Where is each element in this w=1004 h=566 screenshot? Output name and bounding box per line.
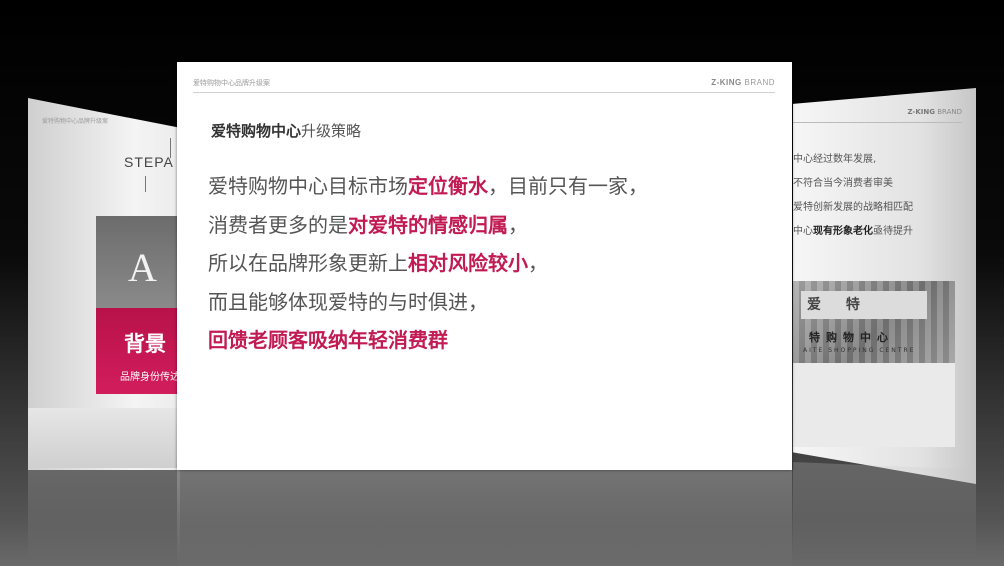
strategy-line: 爱特购物中心目标市场定位衡水，目前只有一家， bbox=[208, 174, 648, 198]
presentation-stage: 爱特购物中心品牌升级案 STEPA A 背景 品牌身份传达 Z-KING BRA… bbox=[0, 0, 1004, 566]
right-slide-reflection bbox=[793, 462, 976, 558]
section-title: 爱特购物中心升级策略 bbox=[211, 122, 362, 140]
strategy-line: 所以在品牌形象更新上相对风险较小， bbox=[208, 251, 548, 276]
right-slide-line: 不符合当今消费者审美 bbox=[793, 178, 893, 189]
right-slide-line: 中心经过数年发展, bbox=[793, 154, 877, 165]
left-slide-card-title: 背景 bbox=[124, 332, 166, 356]
left-slide-letter: A bbox=[128, 245, 157, 290]
left-slide-header: 爱特购物中心品牌升级案 bbox=[42, 118, 109, 125]
right-slide-divider bbox=[793, 122, 962, 123]
right-side-slide[interactable]: Z-KING BRAND 中心经过数年发展, 不符合当今消费者审美 爱特创新发展… bbox=[793, 88, 976, 484]
photo-sign-main: 特购物中心 bbox=[809, 331, 894, 344]
left-slide-card-subtitle: 品牌身份传达 bbox=[120, 372, 180, 383]
photo-sign-top: 爱 特 bbox=[801, 291, 927, 319]
left-slide-tick bbox=[145, 176, 146, 192]
right-slide-lower-panel bbox=[793, 363, 955, 447]
slide-header-brand: Z-KING BRAND bbox=[711, 78, 775, 87]
strategy-line-highlight: 回馈老顾客吸纳年轻消费群 bbox=[208, 328, 448, 353]
right-slide-brand: Z-KING BRAND bbox=[907, 108, 962, 116]
left-slide-lower-panel bbox=[28, 408, 180, 468]
strategy-line: 消费者更多的是对爱特的情感归属， bbox=[208, 212, 528, 237]
left-slide-stepa-label: STEPA bbox=[124, 154, 174, 170]
slide-header-title: 爱特购物中心品牌升级案 bbox=[193, 79, 270, 87]
strategy-text-block: 爱特购物中心目标市场定位衡水，目前只有一家， 消费者更多的是对爱特的情感归属， … bbox=[208, 172, 648, 365]
photo-sign-small: AITE SHOPPING CENTRE bbox=[803, 347, 916, 354]
right-slide-line: 爱特创新发展的战略相匹配 bbox=[793, 202, 913, 213]
right-slide-line: 中心现有形象老化亟待提升 bbox=[793, 226, 913, 237]
left-slide-reflection bbox=[28, 470, 180, 560]
main-slide-reflection bbox=[177, 470, 792, 566]
right-slide-building-photo: 爱 特 特购物中心 AITE SHOPPING CENTRE bbox=[793, 281, 955, 363]
strategy-line: 而且能够体现爱特的与时俱进， bbox=[208, 289, 488, 314]
main-slide[interactable]: 爱特购物中心品牌升级案 Z-KING BRAND 爱特购物中心升级策略 爱特购物… bbox=[177, 62, 792, 470]
left-side-slide[interactable]: 爱特购物中心品牌升级案 STEPA A 背景 品牌身份传达 bbox=[28, 98, 180, 470]
slide-header-divider bbox=[193, 92, 775, 93]
